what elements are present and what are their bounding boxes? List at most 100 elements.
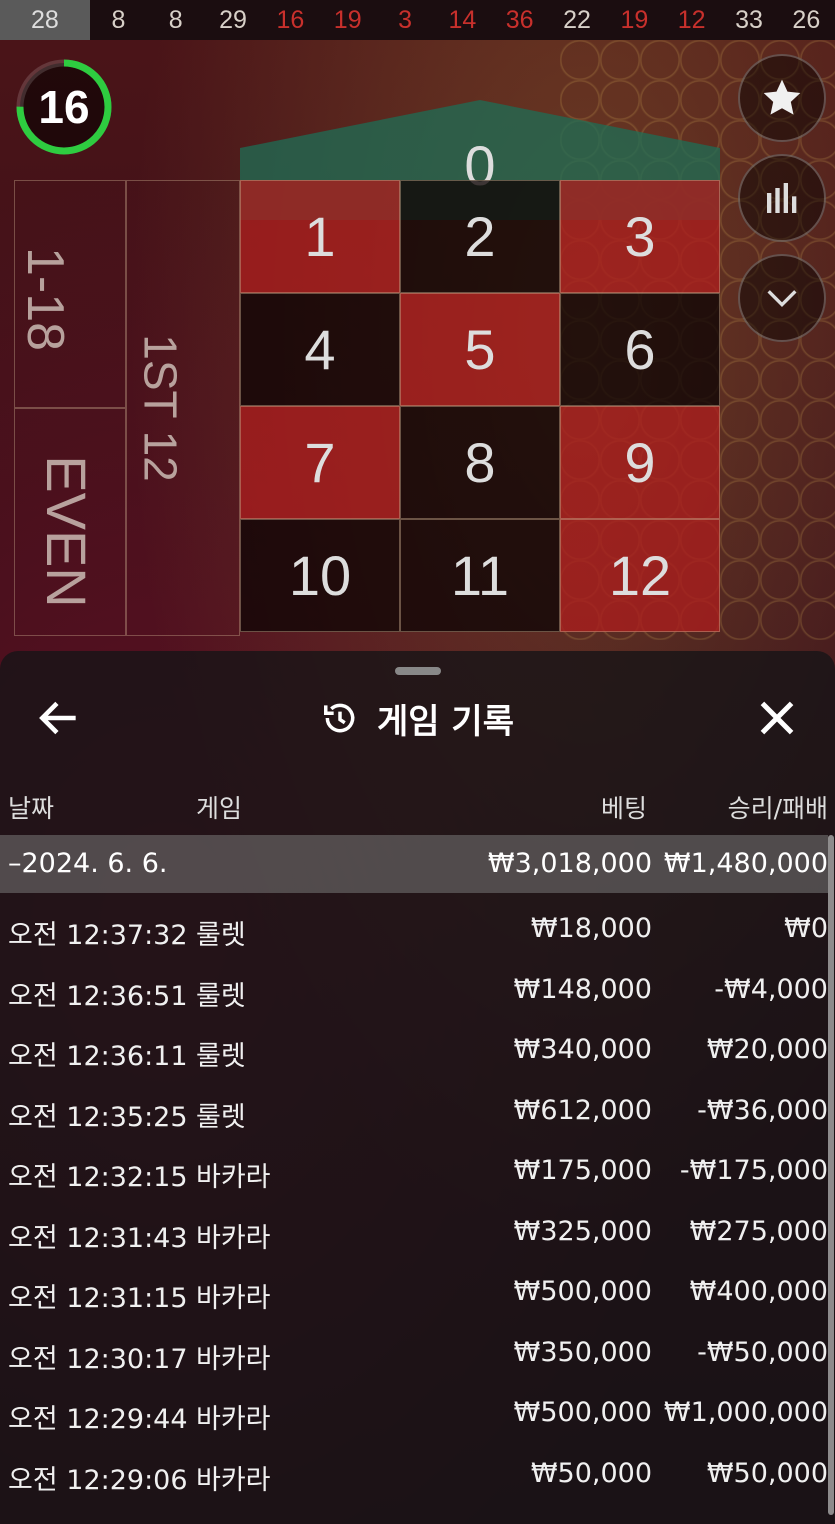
row-game: 바카라 bbox=[196, 1343, 271, 1375]
history-row[interactable]: 오전 12:35:25 룰렛 ₩612,000 -₩36,000 bbox=[0, 1080, 828, 1140]
history-result: 14 bbox=[448, 5, 477, 34]
history-row[interactable]: 오전 12:31:15 바카라 ₩500,000 ₩400,000 bbox=[0, 1261, 828, 1321]
drag-handle[interactable] bbox=[395, 667, 441, 675]
row-result: ₩50,000 bbox=[706, 1457, 828, 1489]
row-game: 룰렛 bbox=[196, 980, 246, 1012]
history-result: 22 bbox=[563, 5, 591, 34]
row-time: 오전 12:32:15 bbox=[8, 1162, 188, 1193]
row-time: 오전 12:31:15 bbox=[8, 1283, 188, 1314]
row-time: 오전 12:30:17 bbox=[8, 1343, 188, 1375]
history-result: 16 bbox=[276, 5, 305, 34]
row-bet: ₩340,000 bbox=[513, 1034, 652, 1065]
history-result: 29 bbox=[219, 5, 247, 34]
close-icon bbox=[760, 701, 794, 735]
history-result: 3 bbox=[398, 5, 412, 34]
bet-spot-number[interactable]: 7 bbox=[240, 406, 400, 519]
bet-spot-number[interactable]: 4 bbox=[240, 293, 400, 406]
column-date: 날짜 bbox=[8, 794, 55, 823]
bet-spot-number[interactable]: 8 bbox=[400, 406, 560, 519]
row-game: 바카라 bbox=[196, 1464, 271, 1496]
row-game: 룰렛 bbox=[196, 1041, 246, 1072]
bet-spot-first-dozen[interactable]: 1ST 12 bbox=[126, 180, 240, 636]
column-game: 게임 bbox=[196, 794, 243, 823]
row-time: 오전 12:36:11 bbox=[8, 1041, 188, 1072]
result-history-strip: 28 8 8 29 16 19 3 14 36 22 19 12 33 26 bbox=[0, 0, 835, 40]
row-time: 오전 12:37:32 bbox=[8, 920, 188, 951]
row-bet: ₩500,000 bbox=[513, 1276, 652, 1307]
even-label: EVEN bbox=[34, 455, 98, 608]
history-result: 19 bbox=[333, 5, 362, 34]
row-result: ₩0 bbox=[784, 913, 828, 944]
dozen-label: 1ST 12 bbox=[134, 334, 187, 482]
history-row[interactable]: 오전 12:29:06 바카라 ₩50,000 ₩50,000 bbox=[0, 1443, 828, 1503]
bet-spot-number[interactable]: 2 bbox=[400, 180, 560, 293]
row-bet: ₩500,000 bbox=[513, 1397, 652, 1428]
row-bet: ₩50,000 bbox=[530, 1457, 652, 1489]
history-result: 26 bbox=[792, 5, 821, 34]
row-time: 오전 12:35:25 bbox=[8, 1101, 188, 1133]
bet-spot-number[interactable]: 5 bbox=[400, 293, 560, 406]
history-row[interactable]: 오전 12:36:51 룰렛 ₩148,000 -₩4,000 bbox=[0, 959, 828, 1019]
row-bet: ₩325,000 bbox=[513, 1215, 652, 1247]
history-row[interactable]: 오전 12:37:32 룰렛 ₩18,000 ₩0 bbox=[0, 898, 828, 958]
history-result: 19 bbox=[620, 5, 649, 34]
row-bet: ₩148,000 bbox=[513, 973, 652, 1005]
date-group-row[interactable]: –2024. 6. 6. ₩3,018,000 ₩1,480,000 bbox=[0, 835, 828, 893]
stats-icon bbox=[767, 183, 797, 213]
low-label: 1-18 bbox=[16, 246, 75, 352]
row-time: 오전 12:29:06 bbox=[8, 1464, 188, 1496]
sheet-title: 게임 기록 bbox=[377, 701, 514, 742]
collapse-button[interactable] bbox=[738, 254, 826, 342]
column-result: 승리/패배 bbox=[727, 794, 828, 823]
game-history-sheet: 게임 기록 날짜 게임 베팅 승리/패배 –2024. 6. 6. ₩3,018… bbox=[0, 651, 835, 1524]
row-result: -₩175,000 bbox=[679, 1155, 828, 1186]
row-result: -₩50,000 bbox=[697, 1336, 828, 1368]
row-game: 룰렛 bbox=[196, 920, 246, 951]
history-result: 8 bbox=[168, 5, 183, 34]
row-result: ₩400,000 bbox=[689, 1276, 828, 1307]
history-row[interactable]: 오전 12:30:17 바카라 ₩350,000 -₩50,000 bbox=[0, 1322, 828, 1382]
history-row[interactable]: 오전 12:36:11 룰렛 ₩340,000 ₩20,000 bbox=[0, 1019, 828, 1079]
row-result: ₩1,000,000 bbox=[663, 1397, 828, 1428]
bet-spot-number[interactable]: 3 bbox=[560, 180, 720, 293]
countdown-timer: 16 bbox=[13, 56, 115, 158]
bet-spot-number[interactable]: 6 bbox=[560, 293, 720, 406]
row-bet: ₩175,000 bbox=[513, 1155, 652, 1186]
bet-spot-number[interactable]: 12 bbox=[560, 519, 720, 632]
history-result: 36 bbox=[505, 5, 534, 34]
row-bet: ₩18,000 bbox=[530, 913, 652, 944]
row-game: 룰렛 bbox=[196, 1101, 246, 1133]
bet-spot-even[interactable]: EVEN bbox=[14, 408, 126, 636]
close-button[interactable] bbox=[752, 693, 802, 743]
favorite-button[interactable] bbox=[738, 54, 826, 142]
history-row[interactable]: 오전 12:29:44 바카라 ₩500,000 ₩1,000,000 bbox=[0, 1382, 828, 1442]
bet-spot-low[interactable]: 1-18 bbox=[14, 180, 126, 408]
history-result: 8 bbox=[111, 5, 126, 34]
row-time: 오전 12:29:44 bbox=[8, 1404, 188, 1435]
history-result: 12 bbox=[677, 5, 706, 34]
sheet-header: 게임 기록 bbox=[0, 691, 835, 745]
row-result: ₩20,000 bbox=[706, 1034, 828, 1065]
group-total-result: ₩1,480,000 bbox=[663, 848, 828, 879]
bet-spot-number[interactable]: 9 bbox=[560, 406, 720, 519]
scrollbar[interactable] bbox=[828, 835, 834, 1515]
row-bet: ₩612,000 bbox=[513, 1094, 652, 1126]
roulette-board: 0 1-18 EVEN 1ST 12 1 2 3 4 5 6 7 8 9 10 11 12 bbox=[0, 40, 835, 660]
group-total-bet: ₩3,018,000 bbox=[487, 848, 652, 879]
timer-value: 16 bbox=[38, 81, 90, 133]
history-row[interactable]: 오전 12:32:15 바카라 ₩175,000 -₩175,000 bbox=[0, 1140, 828, 1200]
row-time: 오전 12:31:43 bbox=[8, 1222, 188, 1254]
bet-spot-number[interactable]: 10 bbox=[240, 519, 400, 632]
column-bet: 베팅 bbox=[600, 794, 647, 823]
row-time: 오전 12:36:51 bbox=[8, 980, 188, 1012]
table-header: 날짜 게임 베팅 승리/패배 bbox=[0, 781, 835, 825]
history-row[interactable]: 오전 12:31:43 바카라 ₩325,000 ₩275,000 bbox=[0, 1201, 828, 1261]
row-result: ₩275,000 bbox=[689, 1215, 828, 1247]
statistics-button[interactable] bbox=[738, 154, 826, 242]
row-result: -₩4,000 bbox=[714, 973, 828, 1005]
latest-result: 28 bbox=[0, 0, 90, 40]
bet-spot-number[interactable]: 1 bbox=[240, 180, 400, 293]
bet-spot-number[interactable]: 11 bbox=[400, 519, 560, 632]
row-game: 바카라 bbox=[196, 1222, 271, 1254]
history-icon bbox=[324, 703, 355, 733]
